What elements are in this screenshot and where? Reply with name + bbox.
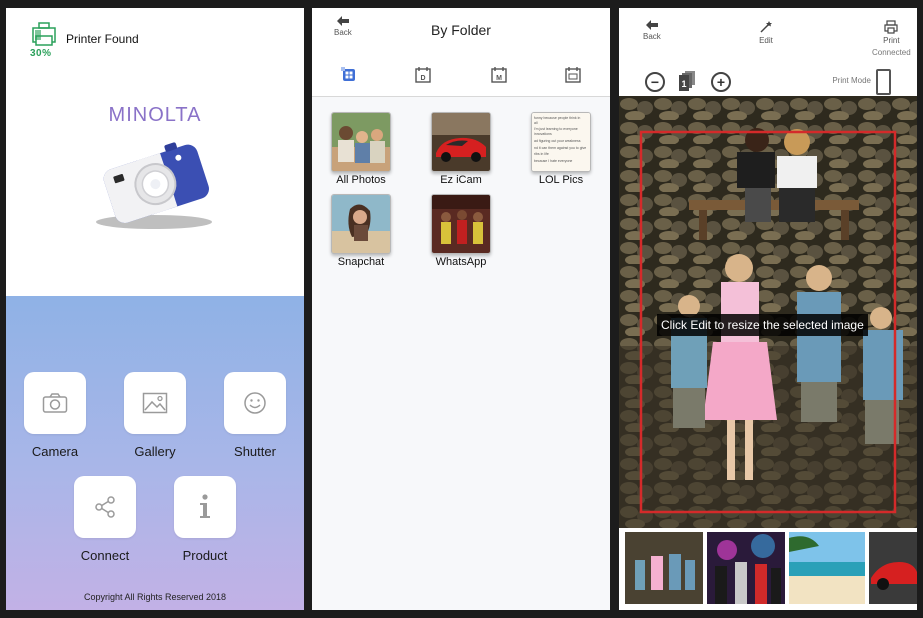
shutter-button[interactable] xyxy=(224,372,286,434)
folder-grid-icon xyxy=(341,67,355,81)
camera-label: Camera xyxy=(31,444,79,459)
product-label: Product xyxy=(182,548,228,563)
calendar-year-icon xyxy=(565,67,581,83)
product-button[interactable] xyxy=(174,476,236,538)
copies-icon: 1 xyxy=(677,70,697,97)
svg-text:1: 1 xyxy=(681,79,686,89)
folder-whatsapp[interactable]: WhatsApp xyxy=(417,194,505,268)
edit-button[interactable]: Edit xyxy=(759,20,773,45)
menu-area: Camera Gallery Shutter Connect Product C… xyxy=(6,296,304,610)
folder-thumbnail xyxy=(331,194,391,254)
camera-button[interactable] xyxy=(24,372,86,434)
folder-thumbnail: funny because people think in all I'm ju… xyxy=(531,112,591,172)
phone-orientation-icon[interactable] xyxy=(876,69,891,95)
tab-year[interactable] xyxy=(564,66,582,84)
back-button[interactable]: Back xyxy=(643,20,661,41)
increase-copies-button[interactable]: + xyxy=(711,72,731,92)
folder-thumbnail xyxy=(331,112,391,172)
gallery-label: Gallery xyxy=(134,444,176,459)
tab-folders[interactable] xyxy=(340,66,358,84)
camera-illustration xyxy=(86,126,236,241)
shutter-tile[interactable]: Shutter xyxy=(200,372,304,459)
decrease-copies-button[interactable]: − xyxy=(645,72,665,92)
folder-name: WhatsApp xyxy=(435,256,487,268)
gallery-button[interactable] xyxy=(124,372,186,434)
battery-percentage: 30% xyxy=(30,48,52,59)
folder-name: Snapchat xyxy=(337,256,385,268)
strip-thumbnail[interactable] xyxy=(707,532,785,604)
gallery-tile[interactable]: Gallery xyxy=(100,372,210,459)
folders-screen: Back By Folder D M All Photos Ez iCam fu… xyxy=(312,8,610,610)
camera-icon xyxy=(42,393,68,413)
print-mode-label: Print Mode xyxy=(832,76,871,85)
camera-tile[interactable]: Camera xyxy=(6,372,110,459)
copies-bar: − 1 + Print Mode xyxy=(619,66,917,97)
editor-screen: Back Edit Print Connected − 1 + Print Mo… xyxy=(619,8,917,610)
magic-wand-icon xyxy=(760,21,772,33)
plus-icon: + xyxy=(716,74,726,90)
product-tile[interactable]: Product xyxy=(150,476,260,563)
print-connection-status: Connected xyxy=(872,48,911,57)
strip-thumbnail[interactable] xyxy=(869,532,917,604)
minus-icon: − xyxy=(650,74,660,90)
printer-status: 30% Printer Found xyxy=(30,22,139,60)
folder-all-photos[interactable]: All Photos xyxy=(317,112,405,186)
back-label: Back xyxy=(643,32,661,41)
nav-bar: Back By Folder xyxy=(312,8,610,53)
sort-tabs: D M xyxy=(312,52,610,97)
print-label: Print xyxy=(883,36,900,45)
tab-month[interactable]: M xyxy=(490,66,508,84)
folder-name: All Photos xyxy=(336,174,386,186)
strip-thumbnail[interactable] xyxy=(789,532,865,604)
gallery-icon xyxy=(142,392,168,414)
connect-label: Connect xyxy=(80,548,130,563)
battery-icon: 30% xyxy=(30,22,60,60)
folder-name: LOL Pics xyxy=(538,174,584,186)
folder-lol-pics[interactable]: funny because people think in all I'm ju… xyxy=(517,112,605,186)
share-icon xyxy=(95,496,115,518)
home-screen: 30% Printer Found MINOLTA Camera Gallery… xyxy=(6,8,304,610)
print-button[interactable]: Print Connected xyxy=(872,20,911,57)
tab-day[interactable]: D xyxy=(414,66,432,84)
page-title: By Folder xyxy=(431,22,491,38)
copyright-text: Copyright All Rights Reserved 2018 xyxy=(83,592,227,602)
shutter-label: Shutter xyxy=(234,444,276,459)
folder-name: Ez iCam xyxy=(440,174,482,186)
svg-text:D: D xyxy=(420,75,425,82)
printer-icon xyxy=(884,20,898,34)
calendar-day-icon: D xyxy=(415,67,431,83)
calendar-month-icon: M xyxy=(491,67,507,83)
selected-photo[interactable] xyxy=(619,96,917,528)
info-icon xyxy=(200,494,210,518)
strip-thumbnail[interactable] xyxy=(625,532,703,604)
svg-text:M: M xyxy=(496,75,502,82)
thumbnail-strip[interactable] xyxy=(619,528,917,610)
connect-button[interactable] xyxy=(74,476,136,538)
editor-toolbar: Back Edit Print Connected xyxy=(619,8,917,66)
edit-hint-tooltip: Click Edit to resize the selected image xyxy=(657,314,868,336)
folder-thumbnail xyxy=(431,112,491,172)
folder-thumbnail xyxy=(431,194,491,254)
edit-label: Edit xyxy=(759,36,773,45)
folder-snapchat[interactable]: Snapchat xyxy=(317,194,405,268)
brand-logo: MINOLTA xyxy=(108,104,202,126)
smiley-icon xyxy=(244,392,266,414)
connect-tile[interactable]: Connect xyxy=(50,476,160,563)
folder-ez-icam[interactable]: Ez iCam xyxy=(417,112,505,186)
printer-status-label: Printer Found xyxy=(66,32,139,46)
back-arrow-icon xyxy=(645,20,658,30)
